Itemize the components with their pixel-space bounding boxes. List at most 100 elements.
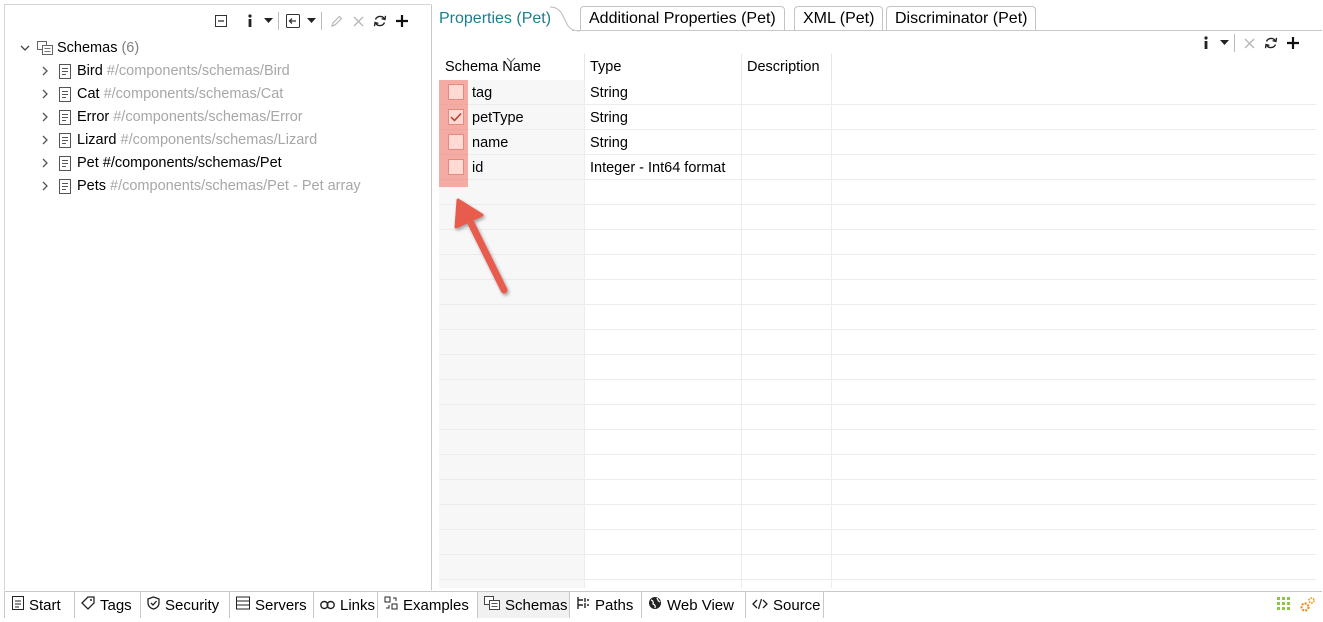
tree-item[interactable]: Cat #/components/schemas/Cat (37, 83, 283, 105)
bottom-tab-label: Schemas (505, 596, 568, 614)
collapse-all-icon[interactable] (210, 11, 232, 31)
required-checkbox[interactable] (448, 159, 464, 175)
separator (278, 12, 279, 30)
tree-item-label: Lizard (77, 132, 117, 148)
header-label: Description (747, 59, 820, 75)
row-line (439, 204, 1316, 205)
properties-table: Schema Name Type Description tag String pe… (439, 54, 1316, 605)
cell-type: String (590, 109, 628, 126)
bottom-tab-examples[interactable]: Examples (378, 592, 478, 618)
chevron-right-icon[interactable] (37, 86, 53, 102)
separator (1234, 34, 1235, 52)
schema-icon (57, 109, 73, 125)
row-line (439, 279, 1316, 280)
bottom-tab-label: Paths (595, 596, 634, 614)
tree-item-label: Pet (77, 155, 99, 171)
dropdown-icon[interactable] (261, 11, 275, 31)
server-icon (236, 596, 250, 614)
tab-discriminator[interactable]: Discriminator (Pet) (886, 6, 1037, 31)
bottom-tab-web-view[interactable]: Web View (642, 592, 746, 618)
tab-properties[interactable]: Properties (Pet) (432, 6, 560, 31)
editor-tabbar: Properties (Pet) Additional Properties (… (432, 4, 1322, 32)
column-header-description[interactable]: Description (741, 54, 831, 80)
add-icon[interactable] (1282, 33, 1304, 53)
tab-label: Additional Properties (Pet) (589, 10, 776, 27)
refresh-icon[interactable] (369, 11, 391, 31)
tree-item[interactable]: Error #/components/schemas/Error (37, 106, 303, 128)
bottom-tab-label: Servers (255, 596, 307, 614)
tab-label: Properties (Pet) (439, 9, 552, 27)
required-checkbox[interactable] (448, 134, 464, 150)
tree-root-schemas[interactable]: Schemas (6) (17, 37, 139, 59)
row-line (439, 479, 1316, 480)
row-line (439, 429, 1316, 430)
tab-xml[interactable]: XML (Pet) (794, 6, 884, 31)
dropdown-icon[interactable] (304, 11, 318, 31)
tree-item-path: #/components/schemas/Pet (102, 155, 282, 171)
gears-icon[interactable] (1300, 596, 1316, 615)
shield-icon (147, 596, 160, 614)
table-row[interactable]: petType String (439, 105, 1316, 130)
edit-icon[interactable] (325, 11, 347, 31)
required-checkbox[interactable] (448, 109, 464, 125)
bottom-tab-tags[interactable]: Tags (75, 592, 141, 618)
properties-toolbar (1195, 33, 1304, 53)
refresh-icon[interactable] (1260, 33, 1282, 53)
cell-type: Integer - Int64 format (590, 159, 726, 176)
dropdown-icon[interactable] (1217, 33, 1231, 53)
tab-additional-properties[interactable]: Additional Properties (Pet) (580, 6, 785, 31)
tree-item[interactable]: Lizard #/components/schemas/Lizard (37, 129, 317, 151)
grid-icon[interactable] (1276, 596, 1292, 615)
row-line (439, 304, 1316, 305)
chevron-right-icon[interactable] (37, 63, 53, 79)
globe-icon (648, 596, 662, 614)
bottom-tab-schemas[interactable]: Schemas (478, 592, 570, 618)
schema-icon (57, 63, 73, 79)
schema-tree-panel: Schemas (6) Bird #/components/schemas/Bir… (4, 4, 430, 590)
tree-item-label: Bird (77, 63, 103, 79)
properties-panel: Properties (Pet) Additional Properties (… (431, 4, 1322, 605)
row-line (439, 254, 1316, 255)
tab-label: Discriminator (Pet) (895, 10, 1028, 27)
table-row[interactable]: id Integer - Int64 format (439, 155, 1316, 180)
table-row[interactable]: tag String (439, 80, 1316, 105)
tree-item-label: Error (77, 109, 110, 125)
header-label: Type (590, 59, 622, 75)
info-icon[interactable] (239, 11, 261, 31)
column-header-type[interactable]: Type (584, 54, 741, 80)
chevron-down-icon[interactable] (17, 40, 33, 56)
chevron-right-icon[interactable] (37, 178, 53, 194)
bottom-tab-links[interactable]: Links (314, 592, 378, 618)
chevron-right-icon[interactable] (37, 109, 53, 125)
bottom-tab-servers[interactable]: Servers (230, 592, 314, 618)
tree-toolbar (210, 11, 413, 31)
bottom-tab-security[interactable]: Security (141, 592, 230, 618)
delete-icon[interactable] (347, 11, 369, 31)
export-icon[interactable] (282, 11, 304, 31)
add-icon[interactable] (391, 11, 413, 31)
delete-icon[interactable] (1238, 33, 1260, 53)
info-icon[interactable] (1195, 33, 1217, 53)
tree-item-label: Pets (77, 178, 107, 194)
tree-item[interactable]: Pets #/components/schemas/Pet - Pet array (37, 175, 361, 197)
row-line (439, 329, 1316, 330)
schema-icon (57, 178, 73, 194)
bottom-tab-start[interactable]: Start (6, 592, 75, 618)
bottom-tab-source[interactable]: Source (746, 592, 824, 618)
annotation-arrow (454, 198, 508, 294)
required-checkbox[interactable] (448, 84, 464, 100)
table-row[interactable]: name String (439, 130, 1316, 155)
column-header-schema-name[interactable]: Schema Name (439, 54, 584, 80)
bottom-tab-paths[interactable]: Paths (570, 592, 642, 618)
tree-item-path: #/components/schemas/Lizard (120, 132, 318, 148)
row-line (439, 454, 1316, 455)
tab-underline (572, 30, 1322, 31)
chevron-right-icon[interactable] (37, 132, 53, 148)
chevron-right-icon[interactable] (37, 155, 53, 171)
schema-icon (57, 155, 73, 171)
document-icon (12, 596, 24, 614)
tree-item[interactable]: Bird #/components/schemas/Bird (37, 60, 290, 82)
tree-item[interactable]: Pet #/components/schemas/Pet (37, 152, 284, 174)
cell-schema-name: id (472, 159, 484, 176)
sort-caret-icon (506, 51, 516, 67)
